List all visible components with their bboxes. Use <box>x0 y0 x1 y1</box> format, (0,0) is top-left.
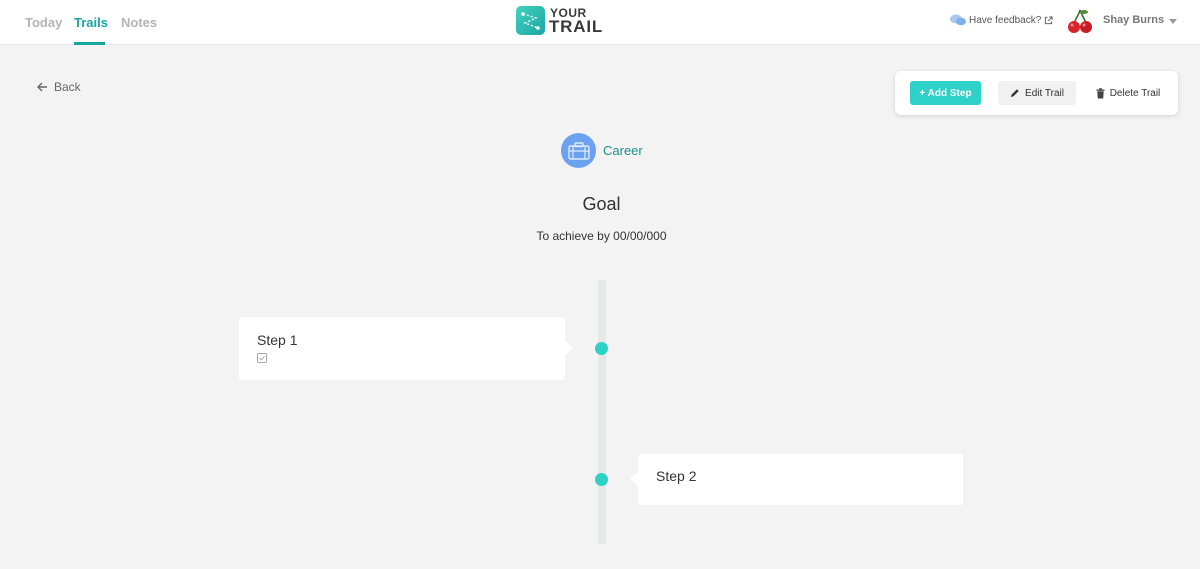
timeline-track <box>598 280 606 544</box>
step-2-pointer <box>630 472 638 486</box>
trail-actions-card: + Add Step Edit Trail Delete Trail <box>895 71 1178 115</box>
briefcase-icon <box>567 141 590 160</box>
feedback-link[interactable]: Have feedback? <box>950 14 1053 26</box>
chat-bubbles-icon <box>950 14 966 26</box>
feedback-label: Have feedback? <box>969 14 1042 26</box>
step-title: Step 2 <box>656 468 697 484</box>
user-name[interactable]: Shay Burns <box>1103 14 1164 26</box>
delete-trail-button[interactable]: Delete Trail <box>1088 81 1168 105</box>
logo-text-trail: TRAIL <box>549 17 604 36</box>
step-card-1[interactable]: Step 1 <box>239 317 565 380</box>
back-label: Back <box>54 80 81 94</box>
step-title: Step 1 <box>257 332 298 348</box>
logo-icon[interactable] <box>516 6 545 35</box>
tab-notes[interactable]: Notes <box>121 15 157 30</box>
achieve-by-date: To achieve by 00/00/000 <box>536 229 667 243</box>
timeline-dot-step-2[interactable] <box>595 473 608 486</box>
delete-trail-label: Delete Trail <box>1109 87 1161 99</box>
pencil-icon <box>1011 89 1019 97</box>
arrow-left-icon <box>37 82 47 92</box>
step-1-pointer <box>565 341 573 355</box>
category-label: Career <box>603 143 643 158</box>
timeline-dot-step-1[interactable] <box>595 342 608 355</box>
checkbox-icon <box>257 353 267 363</box>
external-link-icon <box>1045 15 1053 24</box>
edit-trail-button[interactable]: Edit Trail <box>998 81 1076 105</box>
avatar-cherries-icon[interactable] <box>1066 7 1094 35</box>
trail-goal: Goal <box>582 194 621 214</box>
back-link[interactable]: Back <box>37 80 81 94</box>
active-tab-indicator <box>74 42 105 45</box>
trash-icon <box>1096 87 1105 98</box>
top-navbar: Today Trails Notes YOUR TRAIL Have feedb… <box>0 0 1200 45</box>
chevron-down-icon[interactable] <box>1169 19 1177 24</box>
step-card-2[interactable]: Step 2 <box>638 454 963 505</box>
edit-trail-label: Edit Trail <box>1025 87 1064 99</box>
add-step-button[interactable]: + Add Step <box>910 81 981 105</box>
category-badge <box>561 133 596 168</box>
tab-trails[interactable]: Trails <box>74 15 108 30</box>
tab-today[interactable]: Today <box>25 15 62 30</box>
